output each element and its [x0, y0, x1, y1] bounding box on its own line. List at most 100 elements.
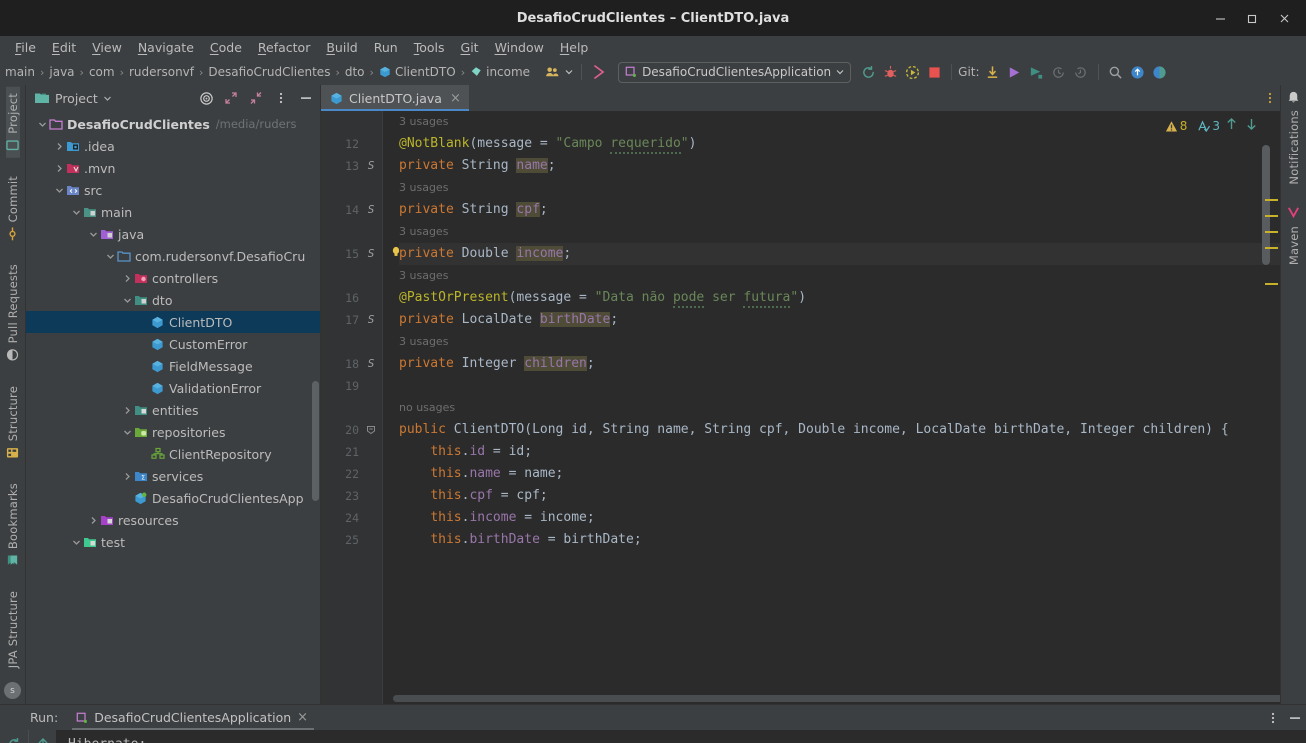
chevron-down-icon[interactable] [87, 230, 100, 239]
next-problem-icon[interactable] [1243, 117, 1260, 135]
sidebar-tab-pull-requests[interactable]: Pull Requests [6, 258, 20, 367]
push-icon[interactable] [1026, 61, 1048, 83]
weak-warning-count[interactable]: 3 [1197, 119, 1220, 133]
inspection-widget[interactable]: 8 3 [1165, 117, 1260, 135]
run-tab-close-icon[interactable]: × [297, 710, 308, 725]
gutter-line[interactable]: 25 [321, 529, 383, 551]
members-icon[interactable] [541, 61, 563, 83]
chevron-right-icon[interactable] [87, 516, 100, 525]
sidebar-tab-structure[interactable]: Structure [6, 380, 20, 465]
gutter-line[interactable]: 22 [321, 463, 383, 485]
chevron-down-icon[interactable] [104, 252, 117, 261]
tree-node-java[interactable]: java [26, 223, 320, 245]
minimize-icon[interactable] [1204, 4, 1236, 32]
gutter-line[interactable] [321, 177, 383, 199]
gutter-line[interactable] [321, 331, 383, 353]
gutter-line[interactable]: 14 S [321, 199, 383, 221]
sidebar-tab-bookmarks[interactable]: Bookmarks [6, 477, 20, 573]
sidebar-tab-project[interactable]: Project [5, 87, 20, 158]
gutter-line[interactable]: 17 S [321, 309, 383, 331]
chevron-right-icon[interactable] [53, 142, 66, 151]
tree-node-fieldmessage[interactable]: FieldMessage [26, 355, 320, 377]
chevron-down-icon[interactable] [121, 428, 134, 437]
gutter-line[interactable]: 12 [321, 133, 383, 155]
menu-item-help[interactable]: Help [553, 38, 596, 57]
run-configuration-selector[interactable]: DesafioCrudClientesApplication [618, 61, 852, 83]
ai-assistant-icon[interactable] [1127, 61, 1149, 83]
expand-all-icon[interactable] [221, 88, 241, 108]
chevron-down-icon[interactable] [36, 120, 49, 129]
tree-node-resources[interactable]: resources [26, 509, 320, 531]
usage-hint-label[interactable]: no usages [399, 401, 455, 414]
rerun-icon[interactable] [3, 734, 25, 743]
menu-item-view[interactable]: View [85, 38, 129, 57]
run-hide-panel-icon[interactable] [1284, 707, 1306, 729]
target-icon[interactable] [196, 88, 216, 108]
history-icon[interactable] [1048, 61, 1070, 83]
gutter-line[interactable]: 18 S [321, 353, 383, 375]
error-stripe-marker[interactable] [1265, 215, 1278, 217]
usage-hint-label[interactable]: 3 usages [399, 115, 448, 128]
tree-node-customerror[interactable]: CustomError [26, 333, 320, 355]
warning-count[interactable]: 8 [1165, 119, 1187, 133]
menu-item-build[interactable]: Build [319, 38, 364, 57]
bell-icon[interactable] [1286, 89, 1301, 104]
chevron-right-icon[interactable] [121, 406, 134, 415]
chevron-down-icon[interactable] [70, 538, 83, 547]
tree-node-main[interactable]: main [26, 201, 320, 223]
gutter-line[interactable]: 15 S [321, 243, 400, 265]
gutter-line[interactable] [321, 265, 383, 287]
menu-item-run[interactable]: Run [367, 38, 405, 57]
breadcrumb-item-income[interactable]: income [467, 64, 533, 80]
usage-hint-label[interactable]: 3 usages [399, 181, 448, 194]
tree-node-clientrepository[interactable]: ClientRepository [26, 443, 320, 465]
editor-code[interactable]: 3 usages @NotBlank(message = "Campo reque… [383, 111, 1280, 704]
gutter-line[interactable]: 24 [321, 507, 383, 529]
stop-icon[interactable] [923, 61, 945, 83]
gutter-line[interactable]: 23 [321, 485, 383, 507]
editor-gutter[interactable]: 12 13 S 14 S 15 S 16 17 S 18 S 19 20 21 22 23 24 25 [321, 111, 400, 704]
tree-node--idea[interactable]: .idea [26, 135, 320, 157]
gutter-line[interactable]: 21 [321, 441, 383, 463]
commit-icon[interactable] [1004, 61, 1026, 83]
breadcrumb-item-desafiocrudclientes[interactable]: DesafioCrudClientes [205, 64, 333, 80]
chevron-right-icon[interactable] [53, 164, 66, 173]
error-stripe-marker[interactable] [1265, 247, 1278, 249]
menu-item-tools[interactable]: Tools [407, 38, 452, 57]
tree-node-repositories[interactable]: repositories [26, 421, 320, 443]
gutter-line[interactable]: 20 [321, 419, 383, 441]
gutter-line[interactable]: 19 [321, 375, 383, 397]
menu-item-edit[interactable]: Edit [45, 38, 83, 57]
breadcrumb-item-main[interactable]: main [2, 64, 38, 80]
breadcrumb-item-clientdto[interactable]: ClientDTO [376, 64, 459, 80]
tree-node-services[interactable]: Σservices [26, 465, 320, 487]
chevron-down-icon[interactable] [103, 94, 112, 103]
breadcrumb-item-java[interactable]: java [46, 64, 77, 80]
sidebar-tab-jpa-structure[interactable]: JPA Structure [6, 585, 20, 674]
maven-icon[interactable] [1286, 205, 1301, 220]
error-stripe-marker[interactable] [1265, 231, 1278, 233]
tree-node-clientdto[interactable]: ClientDTO [26, 311, 320, 333]
gutter-line[interactable] [321, 221, 383, 243]
menu-item-navigate[interactable]: Navigate [131, 38, 201, 57]
tab-clientdto-java[interactable]: ClientDTO.java × [321, 85, 469, 111]
right-tab-maven[interactable]: Maven [1287, 224, 1301, 267]
tree-node-src[interactable]: src [26, 179, 320, 201]
tree-node-desafiocrudclientesapp[interactable]: DesafioCrudClientesApp [26, 487, 320, 509]
error-stripe-marker[interactable] [1265, 283, 1278, 285]
gutter-line[interactable] [321, 111, 383, 133]
breadcrumb-item-com[interactable]: com [86, 64, 118, 80]
usage-hint-label[interactable]: 3 usages [399, 225, 448, 238]
code-editor[interactable]: 12 13 S 14 S 15 S 16 17 S 18 S 19 20 21 22 23 24 25 3 usag… [321, 111, 1280, 704]
usage-hint-label[interactable]: 3 usages [399, 269, 448, 282]
close-icon[interactable] [1268, 4, 1300, 32]
editor-tabs-more-icon[interactable] [1260, 85, 1280, 111]
fold-marker-icon[interactable] [364, 425, 378, 435]
run-more-options-icon[interactable] [1262, 707, 1284, 729]
search-everywhere-icon[interactable] [1105, 61, 1127, 83]
chevron-down-icon[interactable] [563, 61, 575, 83]
gutter-line[interactable]: 16 [321, 287, 383, 309]
run-tab[interactable]: DesafioCrudClientesApplication × [72, 705, 315, 730]
breadcrumb-item-rudersonvf[interactable]: rudersonvf [126, 64, 197, 80]
tree-node-validationerror[interactable]: ValidationError [26, 377, 320, 399]
